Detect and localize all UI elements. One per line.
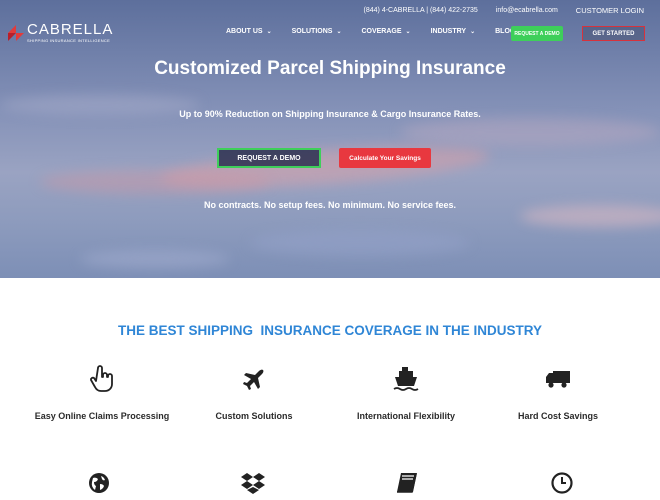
feature-cost-savings: Hard Cost Savings xyxy=(483,365,633,421)
customer-login-link[interactable]: CUSTOMER LOGIN xyxy=(576,6,644,15)
plane-icon xyxy=(179,365,329,393)
get-started-button[interactable]: GET STARTED xyxy=(582,26,645,41)
chevron-down-icon: ⌄ xyxy=(405,29,411,35)
feature-claims: Easy Online Claims Processing xyxy=(27,365,177,421)
hero-request-demo-button[interactable]: REQUEST A DEMO xyxy=(217,148,321,168)
calculate-savings-button[interactable]: Calculate Your Savings xyxy=(339,148,431,168)
logo-name: CABRELLA xyxy=(27,21,114,38)
feature-label: Hard Cost Savings xyxy=(517,411,599,421)
phone-numbers[interactable]: (844) 4-CABRELLA | (844) 422-2735 xyxy=(364,7,478,14)
coverage-section-title: THE BEST SHIPPING INSURANCE COVERAGE IN … xyxy=(117,323,543,338)
hand-pointer-icon xyxy=(27,365,177,393)
nav-request-demo-button[interactable]: REQUEST A DEMO xyxy=(511,26,563,41)
feature-custom-solutions: Custom Solutions xyxy=(179,365,329,421)
cabrella-logo[interactable]: CABRELLA SHIPPING INSURANCE INTELLIGENCE xyxy=(8,22,113,43)
nav-about-us[interactable]: ABOUT US ⌄ xyxy=(226,28,272,35)
globe-icon xyxy=(85,472,113,500)
dropbox-icon xyxy=(239,472,267,500)
chevron-down-icon: ⌄ xyxy=(470,29,476,35)
chevron-down-icon: ⌄ xyxy=(266,29,272,35)
logo-tagline: SHIPPING INSURANCE INTELLIGENCE xyxy=(27,38,111,43)
ship-icon xyxy=(331,365,481,393)
feature-label: Custom Solutions xyxy=(215,411,293,421)
hero-note: No contracts. No setup fees. No minimum.… xyxy=(203,200,457,210)
nav-solutions[interactable]: SOLUTIONS ⌄ xyxy=(292,28,342,35)
feature-label: Easy Online Claims Processing xyxy=(34,411,170,421)
main-nav: ABOUT US ⌄ SOLUTIONS ⌄ COVERAGE ⌄ INDUSTRY ⌄… xyxy=(226,28,535,35)
hero-subtitle: Up to 90% Reduction on Shipping Insuranc… xyxy=(179,109,481,119)
logo-mark-icon xyxy=(8,24,24,41)
email-link[interactable]: info@ecabrella.com xyxy=(496,7,558,14)
top-contact-bar: (844) 4-CABRELLA | (844) 422-2735 info@e… xyxy=(364,6,644,15)
clock-icon xyxy=(548,472,576,500)
book-icon xyxy=(393,472,421,500)
chevron-down-icon: ⌄ xyxy=(336,29,342,35)
nav-industry[interactable]: INDUSTRY ⌄ xyxy=(431,28,476,35)
truck-icon xyxy=(483,365,633,393)
nav-coverage[interactable]: COVERAGE ⌄ xyxy=(361,28,410,35)
hero-title: Customized Parcel Shipping Insurance xyxy=(154,58,506,79)
hero-banner: (844) 4-CABRELLA | (844) 422-2735 info@e… xyxy=(0,0,660,278)
feature-label: International Flexibility xyxy=(356,411,455,421)
feature-international: International Flexibility xyxy=(331,365,481,421)
